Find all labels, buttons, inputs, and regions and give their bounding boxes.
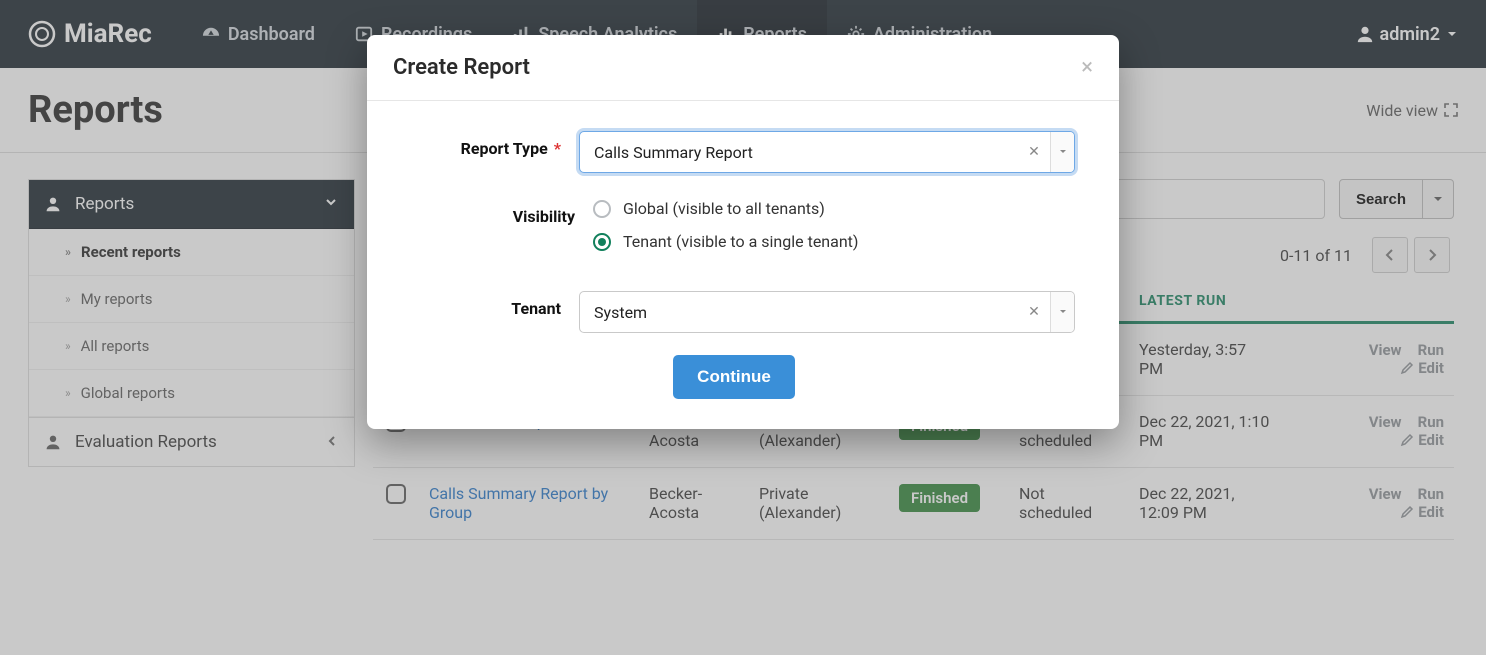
report-type-select[interactable]: Calls Summary Report ✕ bbox=[579, 131, 1075, 173]
modal-header: Create Report × bbox=[367, 35, 1119, 101]
field-visibility: Visibility Global (visible to all tenant… bbox=[393, 199, 1075, 265]
clear-icon[interactable]: ✕ bbox=[1018, 292, 1050, 332]
dropdown-toggle[interactable] bbox=[1050, 292, 1074, 332]
caret-down-icon bbox=[1059, 148, 1067, 156]
create-report-modal: Create Report × Report Type * Calls Summ… bbox=[367, 35, 1119, 429]
field-report-type: Report Type * Calls Summary Report ✕ bbox=[393, 131, 1075, 173]
close-icon: × bbox=[1081, 55, 1093, 80]
modal-title: Create Report bbox=[393, 55, 530, 80]
continue-button[interactable]: Continue bbox=[673, 355, 795, 399]
visibility-option-global[interactable]: Global (visible to all tenants) bbox=[593, 199, 1075, 218]
tenant-select[interactable]: System ✕ bbox=[579, 291, 1075, 333]
continue-label: Continue bbox=[697, 367, 771, 386]
tenant-value: System bbox=[580, 292, 1018, 332]
radio-label: Global (visible to all tenants) bbox=[623, 199, 825, 218]
label-visibility: Visibility bbox=[393, 199, 593, 226]
modal-close-button[interactable]: × bbox=[1081, 55, 1093, 80]
radio-label: Tenant (visible to a single tenant) bbox=[623, 232, 858, 251]
visibility-option-tenant[interactable]: Tenant (visible to a single tenant) bbox=[593, 232, 1075, 251]
report-type-value: Calls Summary Report bbox=[580, 132, 1018, 172]
label-report-type: Report Type * bbox=[393, 131, 579, 158]
radio-icon bbox=[593, 233, 611, 251]
label-tenant: Tenant bbox=[393, 291, 579, 318]
radio-icon bbox=[593, 200, 611, 218]
caret-down-icon bbox=[1059, 308, 1067, 316]
dropdown-toggle[interactable] bbox=[1050, 132, 1074, 172]
field-tenant: Tenant System ✕ bbox=[393, 291, 1075, 333]
clear-icon[interactable]: ✕ bbox=[1018, 132, 1050, 172]
